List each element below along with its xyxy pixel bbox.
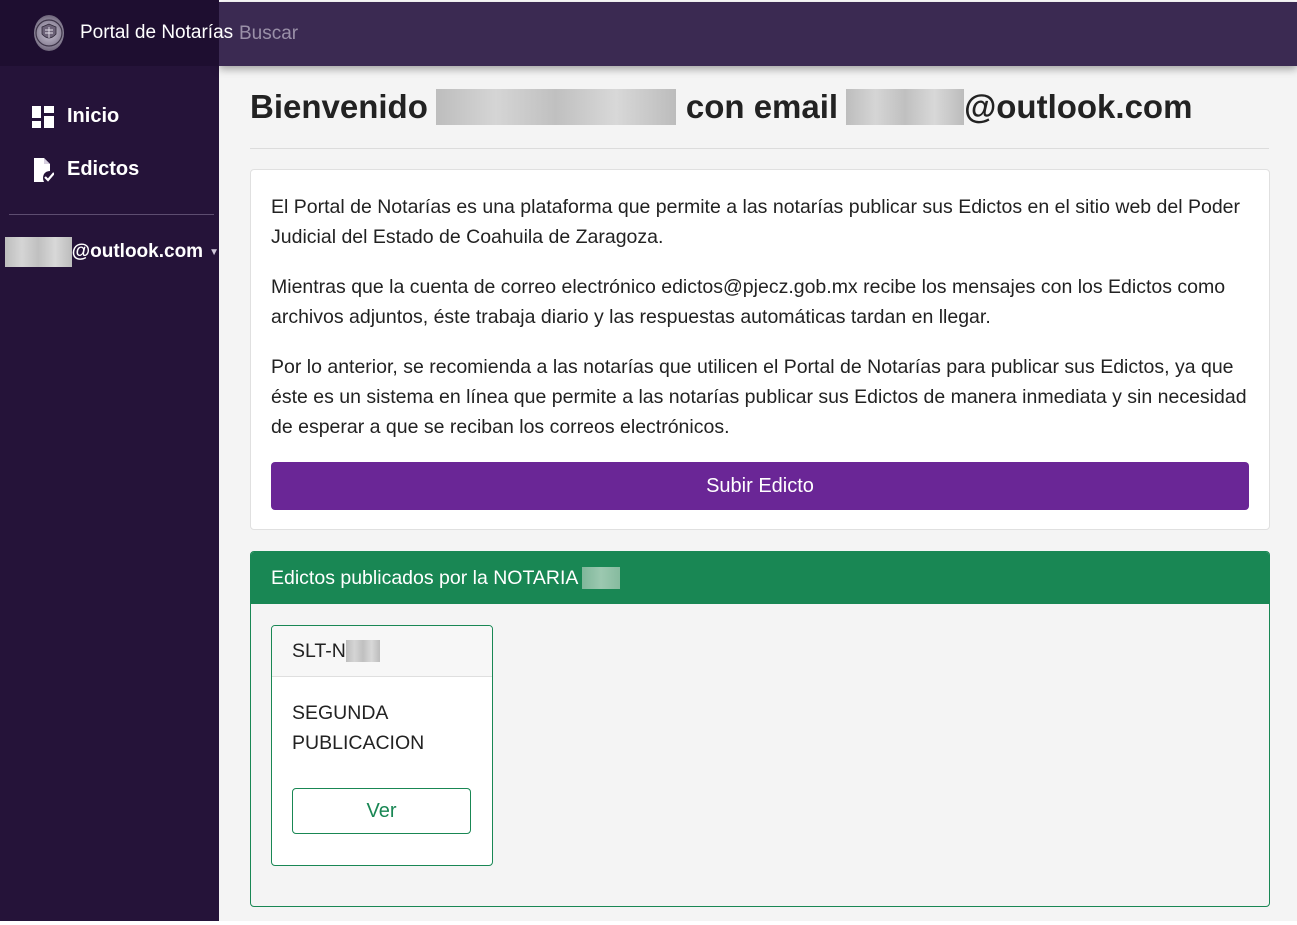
redacted-name xyxy=(435,89,676,125)
user-email-suffix: @outlook.com xyxy=(71,241,204,262)
sidebar-nav: Inicio Edictos xyxy=(0,66,219,196)
file-check-icon xyxy=(31,157,55,182)
edictos-header-label: Edictos publicados por la NOTARIA xyxy=(271,566,579,589)
page-title: Bienvenido con email @outlook.com xyxy=(250,88,1192,126)
redacted-username xyxy=(5,237,72,267)
topbar xyxy=(219,2,1297,66)
caret-down-icon: ▼ xyxy=(209,246,219,258)
main-content: Bienvenido con email @outlook.com El Por… xyxy=(219,66,1297,921)
title-divider xyxy=(250,148,1269,149)
redacted-edicto-number xyxy=(345,640,380,662)
app-title: Portal de Notarías xyxy=(80,22,234,43)
dashboard-icon xyxy=(31,105,55,129)
welcome-prefix: Bienvenido xyxy=(250,88,428,125)
sidebar: Portal de Notarías Inicio Edictos @outlo… xyxy=(0,0,233,921)
redacted-email-user xyxy=(846,89,965,125)
edictos-card: Edictos publicados por la NOTARIA SLT-N … xyxy=(250,551,1270,907)
upload-edicto-button[interactable]: Subir Edicto xyxy=(271,462,1249,510)
sidebar-divider xyxy=(9,214,214,215)
info-paragraph: El Portal de Notarías es una plataforma … xyxy=(271,196,1241,248)
info-paragraph: Por lo anterior, se recomienda a las not… xyxy=(271,356,1247,438)
edicto-code-prefix: SLT-N xyxy=(292,639,346,662)
edicto-item: SLT-N SEGUNDA PUBLICACION Ver xyxy=(271,625,493,866)
user-menu[interactable]: @outlook.com ▼ xyxy=(0,237,219,267)
edictos-card-header: Edictos publicados por la NOTARIA xyxy=(251,552,1269,604)
view-edicto-button[interactable]: Ver xyxy=(292,788,471,834)
redacted-notaria-number xyxy=(582,567,621,589)
info-paragraph: Mientras que la cuenta de correo electró… xyxy=(271,276,1226,328)
welcome-email-suffix: @outlook.com xyxy=(964,88,1193,125)
sidebar-item-inicio[interactable]: Inicio xyxy=(0,90,219,143)
brand[interactable]: Portal de Notarías xyxy=(0,0,233,66)
search-input[interactable] xyxy=(239,16,639,52)
welcome-middle: con email xyxy=(685,88,839,125)
edicto-code: SLT-N xyxy=(272,626,492,677)
coat-of-arms-icon xyxy=(34,15,64,51)
sidebar-item-edictos[interactable]: Edictos xyxy=(0,143,219,196)
edicto-description: SEGUNDA PUBLICACION xyxy=(292,702,425,754)
sidebar-item-label: Edictos xyxy=(67,158,140,180)
sidebar-item-label: Inicio xyxy=(67,105,120,127)
info-card: El Portal de Notarías es una plataforma … xyxy=(250,169,1270,530)
